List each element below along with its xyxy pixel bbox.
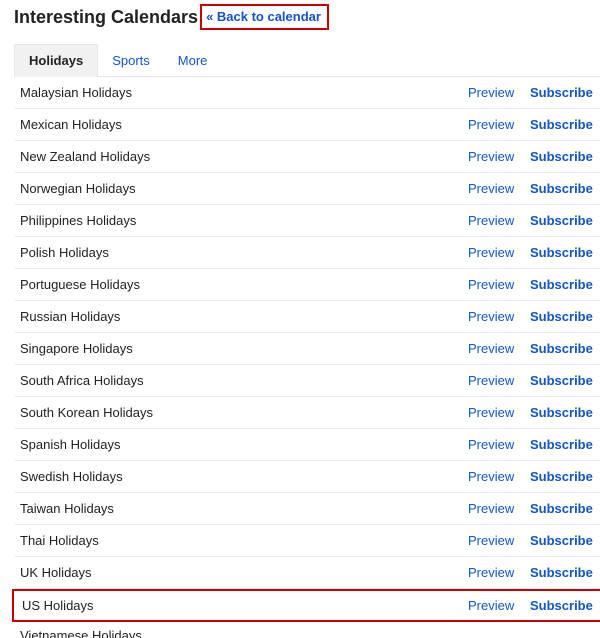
subscribe-link[interactable]: Subscribe bbox=[530, 149, 600, 164]
preview-link[interactable]: Preview bbox=[468, 213, 530, 228]
preview-link[interactable]: Preview bbox=[468, 245, 530, 260]
calendar-row: Polish HolidaysPreviewSubscribe bbox=[14, 237, 600, 269]
calendar-row: New Zealand HolidaysPreviewSubscribe bbox=[14, 141, 600, 173]
calendar-row: UK HolidaysPreviewSubscribe bbox=[14, 557, 600, 589]
subscribe-link[interactable]: Subscribe bbox=[530, 181, 600, 196]
subscribe-link[interactable]: Subscribe bbox=[530, 117, 600, 132]
calendar-row: Russian HolidaysPreviewSubscribe bbox=[14, 301, 600, 333]
page-header: Interesting Calendars « Back to calendar bbox=[14, 4, 600, 30]
interesting-calendars-page: Interesting Calendars « Back to calendar… bbox=[0, 0, 600, 638]
calendar-row: South Africa HolidaysPreviewSubscribe bbox=[14, 365, 600, 397]
calendar-name: New Zealand Holidays bbox=[14, 149, 468, 164]
tab-holidays[interactable]: Holidays bbox=[14, 44, 98, 77]
calendar-row: Swedish HolidaysPreviewSubscribe bbox=[14, 461, 600, 493]
calendar-name: UK Holidays bbox=[14, 565, 468, 580]
subscribe-link[interactable]: Subscribe bbox=[530, 277, 600, 292]
preview-link[interactable]: Preview bbox=[468, 277, 530, 292]
subscribe-link[interactable]: Subscribe bbox=[530, 565, 600, 580]
subscribe-link[interactable]: Subscribe bbox=[530, 437, 600, 452]
subscribe-link[interactable]: Subscribe bbox=[530, 405, 600, 420]
calendar-row: Malaysian HolidaysPreviewSubscribe bbox=[14, 77, 600, 109]
calendar-name: Singapore Holidays bbox=[14, 341, 468, 356]
preview-link[interactable]: Preview bbox=[468, 117, 530, 132]
preview-link[interactable]: Preview bbox=[468, 437, 530, 452]
preview-link[interactable]: Preview bbox=[468, 533, 530, 548]
calendar-name: Thai Holidays bbox=[14, 533, 468, 548]
back-to-calendar-link[interactable]: « Back to calendar bbox=[200, 4, 329, 30]
subscribe-link[interactable]: Subscribe bbox=[530, 213, 600, 228]
calendar-row: Norwegian HolidaysPreviewSubscribe bbox=[14, 173, 600, 205]
calendar-list: Malaysian HolidaysPreviewSubscribeMexica… bbox=[14, 77, 600, 638]
calendar-name: Swedish Holidays bbox=[14, 469, 468, 484]
preview-link[interactable]: Preview bbox=[468, 565, 530, 580]
preview-link[interactable]: Preview bbox=[468, 373, 530, 388]
calendar-row: Spanish HolidaysPreviewSubscribe bbox=[14, 429, 600, 461]
calendar-name: Polish Holidays bbox=[14, 245, 468, 260]
calendar-name: South Korean Holidays bbox=[14, 405, 468, 420]
calendar-row: Vietnamese HolidaysPreviewSubscribe bbox=[14, 622, 600, 638]
calendar-name: Spanish Holidays bbox=[14, 437, 468, 452]
preview-link[interactable]: Preview bbox=[468, 309, 530, 324]
category-tabs: HolidaysSportsMore bbox=[14, 44, 600, 77]
subscribe-link[interactable]: Subscribe bbox=[530, 85, 600, 100]
preview-link[interactable]: Preview bbox=[468, 469, 530, 484]
calendar-row: Taiwan HolidaysPreviewSubscribe bbox=[14, 493, 600, 525]
preview-link[interactable]: Preview bbox=[468, 405, 530, 420]
preview-link[interactable]: Preview bbox=[468, 181, 530, 196]
calendar-name: Philippines Holidays bbox=[14, 213, 468, 228]
preview-link[interactable]: Preview bbox=[468, 598, 530, 613]
calendar-name: US Holidays bbox=[14, 598, 468, 613]
calendar-name: Vietnamese Holidays bbox=[14, 628, 468, 638]
calendar-row: Thai HolidaysPreviewSubscribe bbox=[14, 525, 600, 557]
tab-sports[interactable]: Sports bbox=[98, 45, 164, 76]
subscribe-link[interactable]: Subscribe bbox=[530, 373, 600, 388]
preview-link[interactable]: Preview bbox=[468, 85, 530, 100]
subscribe-link[interactable]: Subscribe bbox=[530, 341, 600, 356]
calendar-name: Portuguese Holidays bbox=[14, 277, 468, 292]
subscribe-link[interactable]: Subscribe bbox=[530, 533, 600, 548]
calendar-row: Mexican HolidaysPreviewSubscribe bbox=[14, 109, 600, 141]
preview-link[interactable]: Preview bbox=[468, 501, 530, 516]
subscribe-link[interactable]: Subscribe bbox=[530, 245, 600, 260]
calendar-name: Russian Holidays bbox=[14, 309, 468, 324]
subscribe-link[interactable]: Subscribe bbox=[530, 598, 600, 613]
preview-link[interactable]: Preview bbox=[468, 341, 530, 356]
tab-more[interactable]: More bbox=[164, 45, 222, 76]
calendar-row: Portuguese HolidaysPreviewSubscribe bbox=[14, 269, 600, 301]
calendar-row: US HolidaysPreviewSubscribe bbox=[12, 589, 600, 622]
page-title: Interesting Calendars bbox=[14, 7, 198, 28]
calendar-name: Malaysian Holidays bbox=[14, 85, 468, 100]
calendar-row: Singapore HolidaysPreviewSubscribe bbox=[14, 333, 600, 365]
subscribe-link[interactable]: Subscribe bbox=[530, 309, 600, 324]
calendar-name: South Africa Holidays bbox=[14, 373, 468, 388]
subscribe-link[interactable]: Subscribe bbox=[530, 501, 600, 516]
calendar-row: Philippines HolidaysPreviewSubscribe bbox=[14, 205, 600, 237]
preview-link[interactable]: Preview bbox=[468, 149, 530, 164]
calendar-name: Taiwan Holidays bbox=[14, 501, 468, 516]
calendar-name: Norwegian Holidays bbox=[14, 181, 468, 196]
calendar-row: South Korean HolidaysPreviewSubscribe bbox=[14, 397, 600, 429]
subscribe-link[interactable]: Subscribe bbox=[530, 469, 600, 484]
calendar-name: Mexican Holidays bbox=[14, 117, 468, 132]
